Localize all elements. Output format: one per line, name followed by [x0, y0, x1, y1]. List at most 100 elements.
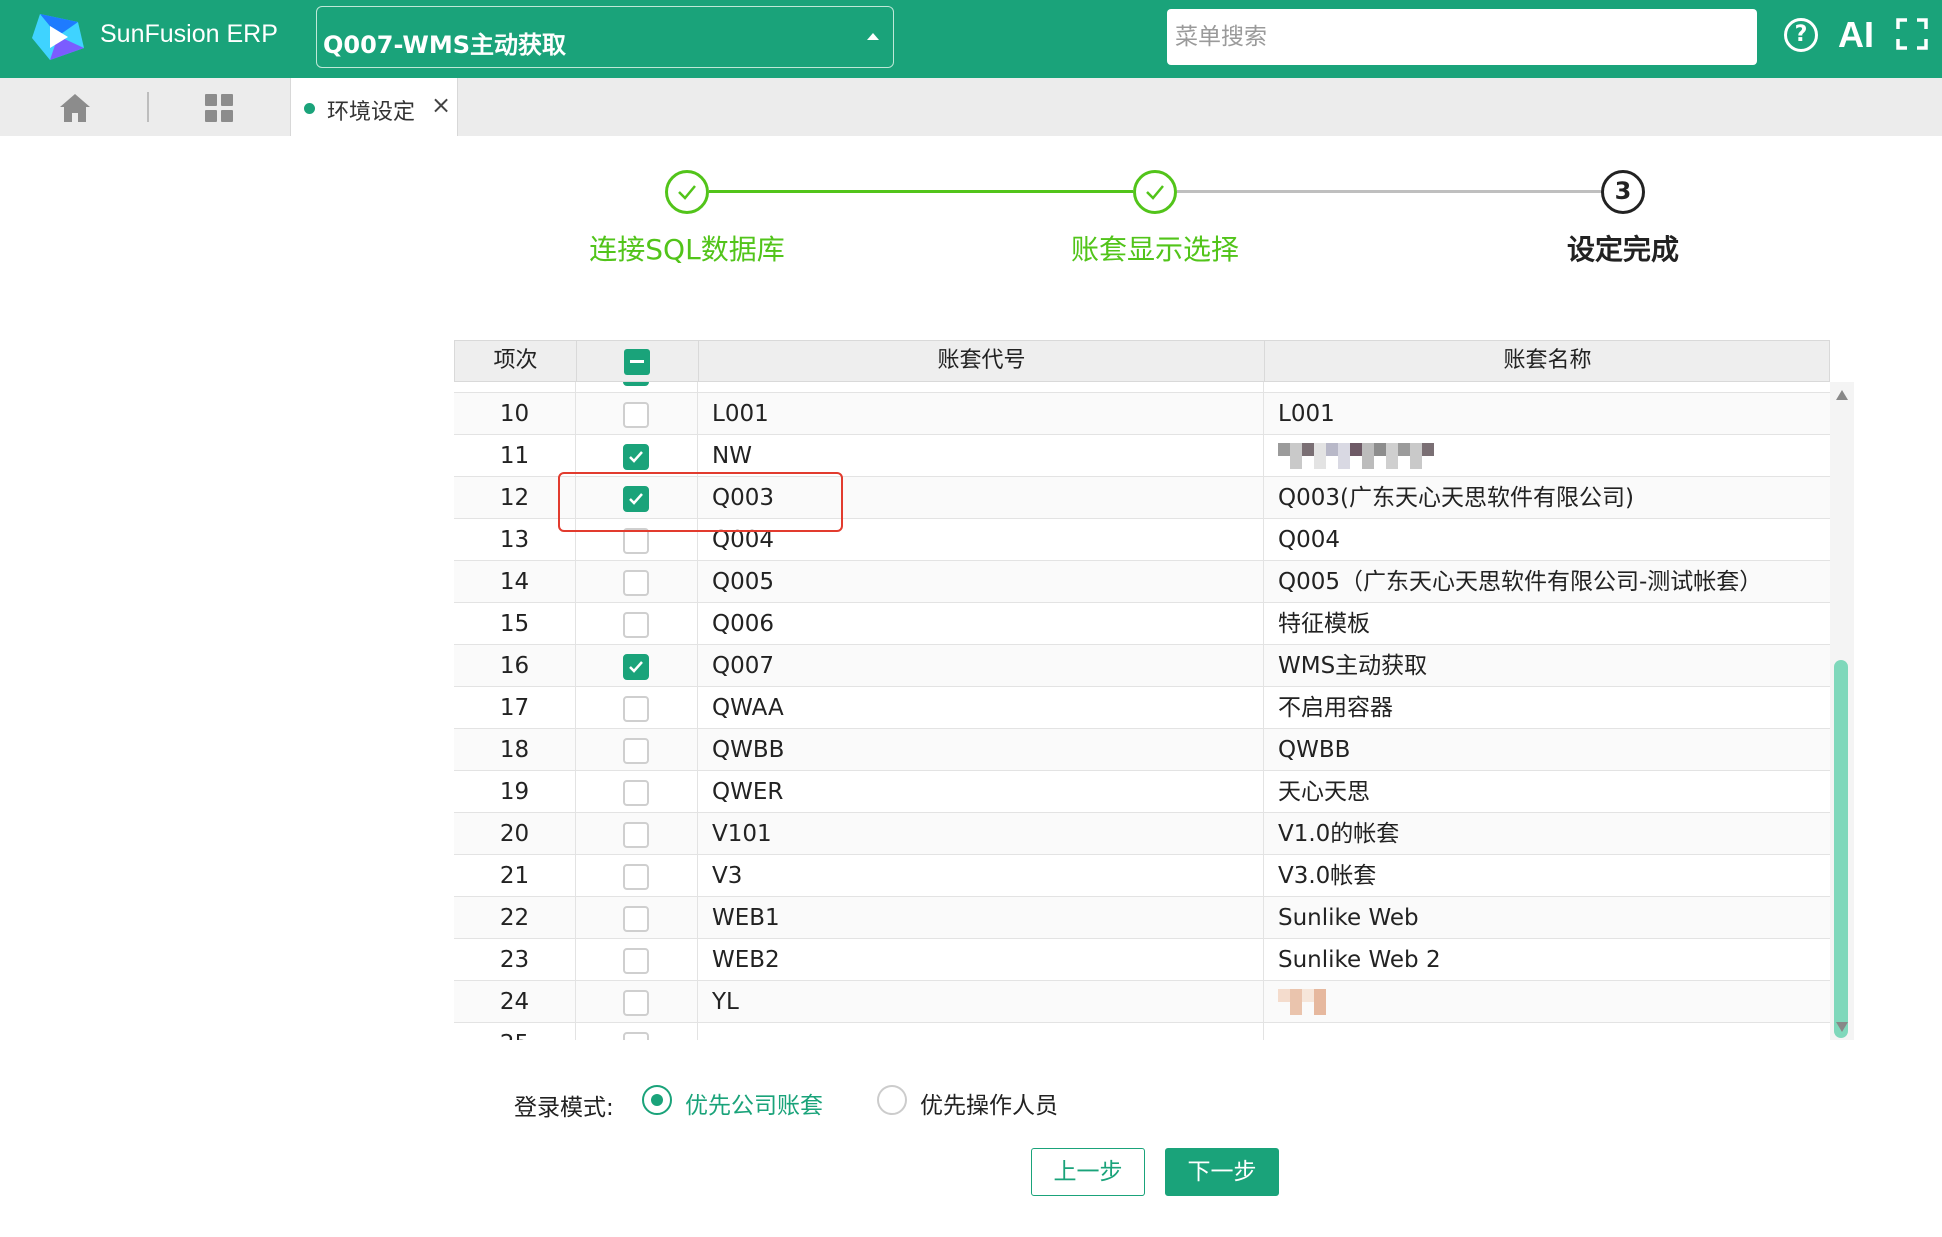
account-code: QWAA — [698, 687, 1264, 729]
row-checkbox[interactable] — [623, 864, 649, 890]
account-code: QWBB — [698, 729, 1264, 771]
highlight-box — [558, 472, 843, 532]
row-number: 10 — [454, 393, 576, 435]
step-1-check-icon — [665, 170, 709, 214]
account-code: Q005 — [698, 561, 1264, 603]
row-checkbox[interactable] — [623, 570, 649, 596]
table-row[interactable]: 15 Q006 特征模板 — [454, 603, 1830, 645]
row-checkbox[interactable] — [623, 990, 649, 1016]
account-code: NW — [698, 435, 1264, 477]
account-code — [698, 382, 1264, 393]
table-row[interactable]: 21 V3 V3.0帐套 — [454, 855, 1830, 897]
account-code: Q006 — [698, 603, 1264, 645]
scroll-up-icon[interactable] — [1836, 390, 1848, 400]
table-row[interactable]: 25 — [454, 1023, 1830, 1040]
scroll-thumb[interactable] — [1834, 660, 1848, 1038]
table-row[interactable]: 10 L001 L001 — [454, 393, 1830, 435]
table-row[interactable]: 9 — [454, 382, 1830, 393]
table-row[interactable]: 19 QWER 天心天思 — [454, 771, 1830, 813]
home-icon[interactable] — [58, 92, 92, 124]
row-select-cell — [576, 855, 698, 897]
account-selector-value: Q007-WMS主动获取 — [323, 31, 567, 59]
account-selector[interactable]: Q007-WMS主动获取 — [316, 6, 894, 68]
table-row[interactable]: 18 QWBB QWBB — [454, 729, 1830, 771]
row-number: 16 — [454, 645, 576, 687]
account-name — [1264, 1023, 1830, 1040]
row-number: 11 — [454, 435, 576, 477]
account-table: 项次 账套代号 账套名称 910L001L00111NW12Q003Q003(广… — [454, 340, 1854, 1040]
fullscreen-icon[interactable] — [1896, 18, 1928, 50]
account-code: V3 — [698, 855, 1264, 897]
menu-search-input[interactable] — [1167, 9, 1757, 65]
row-checkbox[interactable] — [623, 382, 649, 386]
radio-operator-first-label[interactable]: 优先操作人员 — [920, 1086, 1058, 1120]
row-checkbox[interactable] — [623, 948, 649, 974]
radio-operator-first[interactable] — [877, 1085, 907, 1115]
account-name: 天心天思 — [1278, 779, 1370, 805]
row-checkbox[interactable] — [623, 1032, 649, 1040]
account-code: QWER — [698, 771, 1264, 813]
redacted-text — [1278, 443, 1434, 469]
radio-company-first[interactable] — [642, 1085, 672, 1115]
row-checkbox[interactable] — [623, 444, 649, 470]
row-number: 25 — [454, 1023, 576, 1040]
table-row[interactable]: 22 WEB1 Sunlike Web — [454, 897, 1830, 939]
vertical-scrollbar[interactable] — [1830, 382, 1854, 1040]
account-code: WEB2 — [698, 939, 1264, 981]
row-select-cell — [576, 939, 698, 981]
login-mode-label: 登录模式: — [514, 1095, 614, 1121]
row-checkbox[interactable] — [623, 780, 649, 806]
row-select-cell — [576, 1023, 698, 1040]
row-select-cell — [576, 981, 698, 1023]
step-3-label: 设定完成 — [1566, 233, 1679, 266]
table-row[interactable]: 14 Q005 Q005（广东天心天思软件有限公司-测试帐套） — [454, 561, 1830, 603]
row-checkbox[interactable] — [623, 696, 649, 722]
column-header-code: 账套代号 — [699, 341, 1265, 381]
row-select-cell — [576, 435, 698, 477]
tab-label: 环境设定 — [327, 100, 416, 125]
row-select-cell — [576, 393, 698, 435]
row-checkbox[interactable] — [623, 612, 649, 638]
table-row[interactable]: 20 V101 V1.0的帐套 — [454, 813, 1830, 855]
account-name: Q004 — [1278, 527, 1341, 553]
table-row[interactable]: 24 YL — [454, 981, 1830, 1023]
row-checkbox[interactable] — [623, 906, 649, 932]
account-code: YL — [698, 981, 1264, 1023]
tab-divider — [147, 92, 149, 122]
account-name: 不启用容器 — [1278, 695, 1393, 721]
table-row[interactable]: 17 QWAA 不启用容器 — [454, 687, 1830, 729]
next-step-button[interactable]: 下一步 — [1165, 1148, 1279, 1196]
account-name — [1264, 981, 1830, 1023]
row-number: 15 — [454, 603, 576, 645]
step-connector-2 — [1177, 190, 1601, 193]
column-header-no: 项次 — [455, 341, 577, 381]
row-number: 9 — [454, 382, 576, 393]
column-header-select — [577, 341, 699, 381]
row-checkbox[interactable] — [623, 738, 649, 764]
row-number: 24 — [454, 981, 576, 1023]
select-all-checkbox[interactable] — [624, 349, 650, 375]
account-code: V101 — [698, 813, 1264, 855]
table-row[interactable]: 23 WEB2 Sunlike Web 2 — [454, 939, 1830, 981]
radio-company-first-label[interactable]: 优先公司账套 — [685, 1086, 823, 1120]
table-row[interactable]: 16 Q007 WMS主动获取 — [454, 645, 1830, 687]
help-icon[interactable]: ? — [1784, 18, 1818, 52]
prev-step-button[interactable]: 上一步 — [1031, 1148, 1145, 1196]
row-number: 17 — [454, 687, 576, 729]
close-icon[interactable]: × — [431, 91, 451, 119]
account-code: L001 — [698, 393, 1264, 435]
table-row[interactable]: 11 NW — [454, 435, 1830, 477]
ai-button[interactable]: AI — [1838, 14, 1874, 56]
row-number: 19 — [454, 771, 576, 813]
account-name: QWBB — [1278, 737, 1351, 763]
tab-environment-settings[interactable]: 环境设定 × — [290, 78, 458, 136]
row-select-cell — [576, 382, 698, 393]
scroll-down-icon[interactable] — [1836, 1022, 1848, 1032]
row-checkbox[interactable] — [623, 822, 649, 848]
row-checkbox[interactable] — [623, 402, 649, 428]
row-checkbox[interactable] — [623, 654, 649, 680]
row-select-cell — [576, 687, 698, 729]
grid-icon[interactable] — [203, 92, 235, 124]
account-name: 特征模板 — [1278, 611, 1370, 637]
row-number: 21 — [454, 855, 576, 897]
